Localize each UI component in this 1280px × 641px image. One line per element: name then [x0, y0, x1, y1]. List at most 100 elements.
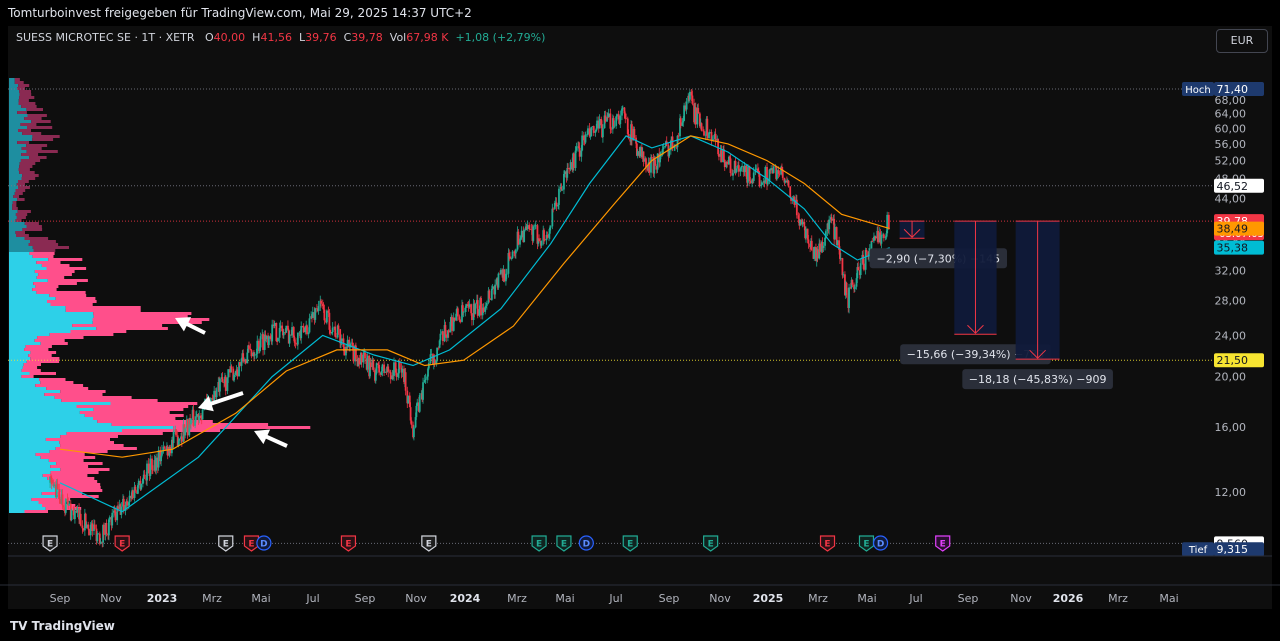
currency-button[interactable]: EUR [1216, 29, 1268, 53]
event-marker-letter: E [627, 540, 633, 550]
symbol-title[interactable]: SUESS MICROTEC SE · 1T · XETR [16, 31, 195, 44]
candle-body [490, 288, 493, 300]
volume-profile-bar [9, 339, 35, 342]
event-marker-letter: E [940, 540, 946, 550]
candle-body [694, 107, 697, 125]
candle-body [317, 306, 320, 311]
volume-profile-bar [76, 405, 189, 408]
candle-body [151, 469, 154, 471]
candle-body [534, 225, 537, 227]
volume-profile-bar [9, 444, 61, 447]
volume-profile-bar [27, 126, 53, 129]
volume-profile-bar [9, 378, 40, 381]
candle-body [306, 325, 308, 335]
time-tick-label: Mrz [507, 592, 527, 605]
candle-body [766, 180, 769, 185]
volume-profile-bar [9, 78, 15, 81]
candle-body [105, 522, 108, 534]
candle-body [538, 238, 540, 241]
candle-body [776, 170, 778, 179]
candle-body [772, 166, 775, 174]
tradingview-logo[interactable]: 𝗧𝗩 TradingView [10, 612, 115, 641]
volume-profile-bar [9, 243, 29, 246]
price-chart[interactable]: −2,90 (−7,30%) −145−15,66 (−39,34%) −783… [0, 0, 1280, 641]
time-tick-label: Sep [50, 592, 71, 605]
candle-body [329, 329, 332, 334]
volume-profile-bar [9, 249, 34, 252]
candle-body [93, 524, 96, 529]
event-marker-letter: E [708, 540, 714, 550]
volume-profile-bar [9, 225, 27, 228]
volume-profile-bar [9, 192, 15, 195]
volume-profile-bar [9, 429, 122, 432]
volume-profile-bar [9, 303, 51, 306]
candle-body [810, 240, 813, 250]
volume-profile-bar [9, 267, 47, 270]
volume-profile-bar [60, 468, 110, 471]
volume-profile-bar [55, 447, 137, 450]
event-marker-letter: D [583, 540, 590, 550]
candle-body [842, 274, 845, 276]
volume-profile-bar [9, 240, 30, 243]
volume-profile-bar [9, 102, 19, 105]
volume-profile-bar [9, 324, 73, 327]
candle-body [445, 334, 448, 338]
volume-profile-bar [30, 240, 56, 243]
candle-body [219, 378, 221, 392]
price-label: 9,315 [1217, 543, 1249, 556]
candle-body [567, 168, 569, 169]
volume-profile-bar [30, 351, 57, 354]
open-label: O [205, 31, 214, 44]
candle-body [155, 457, 158, 471]
volume-profile-bar [9, 261, 37, 264]
event-marker-letter: E [863, 540, 869, 550]
candle-body [552, 208, 555, 210]
volume-label: Vol [389, 31, 407, 44]
volume-profile-bar [18, 186, 30, 189]
volume-profile-bar [9, 489, 61, 492]
volume-profile-bar [45, 438, 110, 441]
event-marker-letter: E [223, 540, 229, 550]
candle-body [697, 107, 700, 114]
candle-body [424, 378, 427, 380]
measure-tools: −2,90 (−7,30%) −145−15,66 (−39,34%) −783… [869, 220, 1113, 390]
volume-profile-bar [19, 90, 31, 93]
volume-profile-bar [9, 141, 18, 144]
candle-body [122, 498, 125, 511]
candle-body [830, 217, 833, 221]
volume-profile-bar [9, 147, 22, 150]
candle-body [546, 234, 549, 238]
volume-profile-bar [9, 348, 25, 351]
candle-body [184, 428, 187, 436]
volume-profile-bar [9, 318, 93, 321]
candle-body [636, 151, 639, 156]
volume-profile-bar [93, 408, 184, 411]
candle-body [743, 165, 746, 173]
candle-body [224, 376, 227, 391]
candle-body [311, 312, 314, 318]
time-tick-label: Nov [100, 592, 122, 605]
volume-profile-bar [9, 171, 20, 174]
volume-profile-bar [37, 336, 84, 339]
candle-body [340, 338, 343, 342]
price-label: 71,40 [1217, 83, 1249, 96]
candle-body [256, 340, 259, 354]
candle-body [230, 366, 233, 369]
candle-body [59, 498, 61, 504]
volume-profile-bar [9, 321, 93, 324]
volume-profile-bar [13, 195, 20, 198]
volume-profile-bar [9, 162, 20, 165]
volume-profile-bar [9, 477, 48, 480]
volume-profile-bar [18, 168, 30, 171]
volume-profile-bar [9, 498, 32, 501]
candle-body [549, 226, 552, 228]
candle-body [581, 135, 584, 151]
time-axis: Sep Nov 2023 Mrz Mai Jul Sep Nov 2024 Mrz Mai Jul Se… [0, 584, 1280, 605]
candle-body [799, 219, 802, 226]
volume-profile-bar [96, 327, 168, 330]
candle-body [248, 345, 250, 349]
volume-profile-bar [56, 462, 103, 465]
candle-body [381, 364, 384, 372]
candle-body [294, 342, 297, 344]
candle-body [346, 339, 349, 348]
